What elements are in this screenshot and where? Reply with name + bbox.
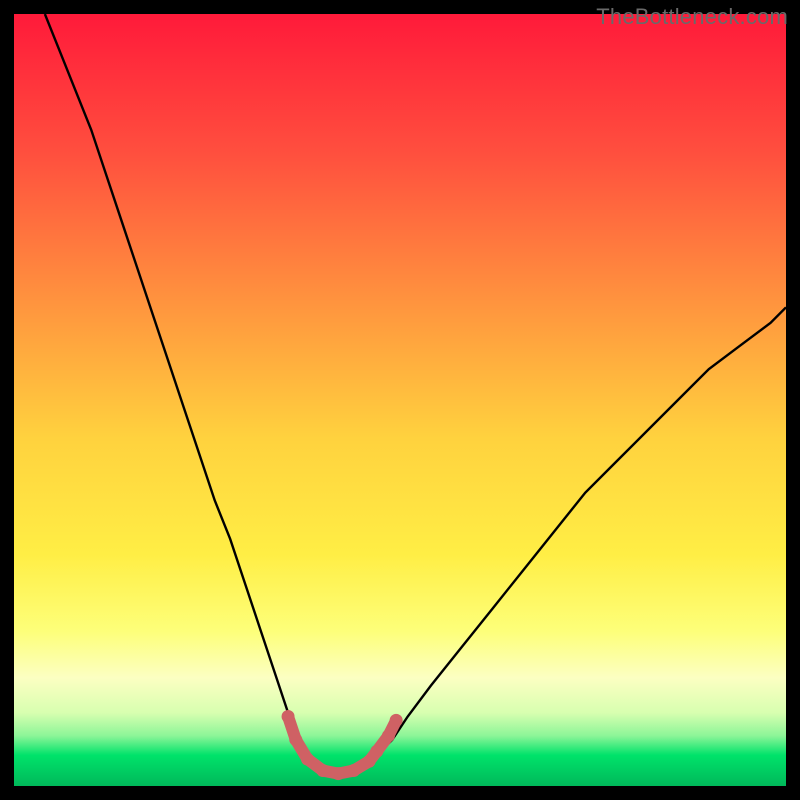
chart-stage: TheBottleneck.com xyxy=(0,0,800,800)
bottleneck-chart-svg xyxy=(14,14,786,786)
plot-area xyxy=(14,14,786,786)
gradient-background xyxy=(14,14,786,786)
watermark-text: TheBottleneck.com xyxy=(596,4,788,30)
